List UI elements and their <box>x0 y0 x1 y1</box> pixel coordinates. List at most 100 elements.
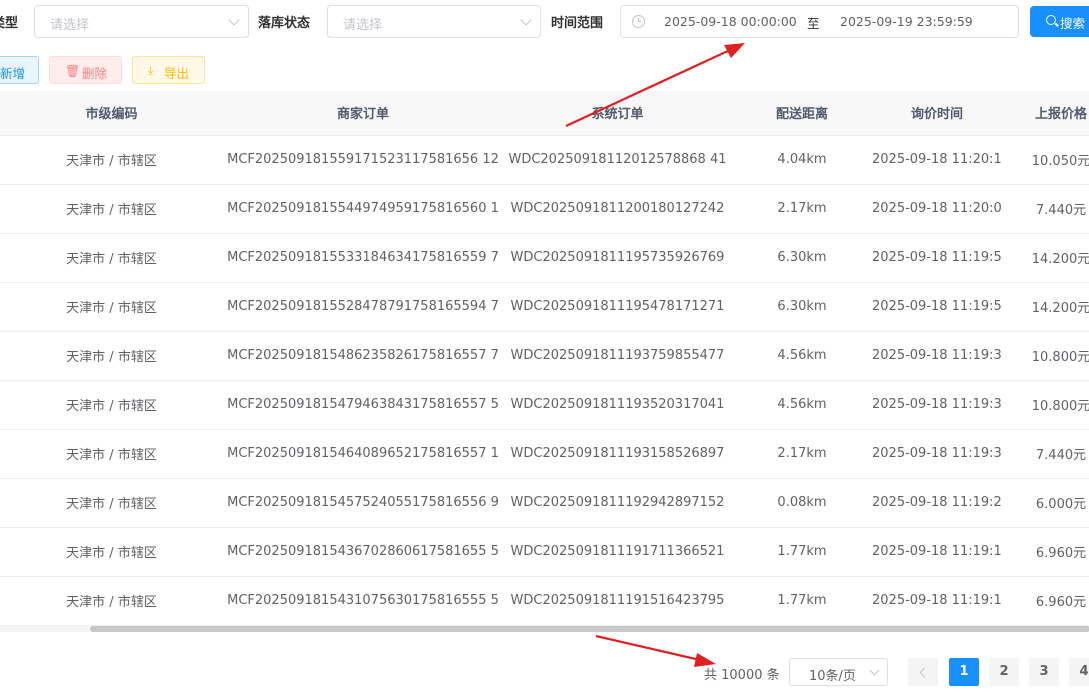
range-end-input[interactable]: 2025-09-19 23:59:59 <box>840 14 973 29</box>
cell-reported-price: 6.960元 <box>1002 527 1089 577</box>
cell-inquiry-time: 2025-09-18 11:19:31 <box>872 429 1002 479</box>
cell-system-order: WDC2025091811192942897152 <box>503 478 732 528</box>
orders-table: 市级编码 商家订单 系统订单 配送距离 询价时间 上报价格 天津市 / 市辖区 M… <box>0 91 1089 626</box>
cell-distance: 2.17km <box>732 184 872 234</box>
cell-city-code: 天津市 / 市辖区 <box>0 576 223 626</box>
cell-reported-price: 14.200元 <box>1002 233 1089 283</box>
cell-merchant-order: MCF2025091815431075630175816555 5 <box>223 576 503 626</box>
page-2[interactable]: 2 <box>989 658 1019 686</box>
table-row[interactable]: 天津市 / 市辖区 MCF2025091815479463843175816557… <box>0 380 1089 430</box>
cell-system-order: WDC20250918112012578868 41 <box>503 135 732 185</box>
chevron-down-icon <box>228 14 240 26</box>
cell-merchant-order: MCF2025091815544974959175816560 1 <box>223 184 503 234</box>
horizontal-scrollbar[interactable] <box>0 626 1089 632</box>
cell-inquiry-time: 2025-09-18 11:19:17 <box>872 527 1002 577</box>
status-label: 落库状态 <box>258 16 311 31</box>
cell-inquiry-time: 2025-09-18 11:20:01 <box>872 184 1002 234</box>
cell-merchant-order: MCF2025091815528478791758165594 7 <box>223 282 503 332</box>
cell-city-code: 天津市 / 市辖区 <box>0 233 223 283</box>
delete-button-label: 删除 <box>82 66 108 81</box>
page-size-value: 10条/页 <box>809 669 856 684</box>
cell-distance: 2.17km <box>732 429 872 479</box>
cell-distance: 1.77km <box>732 527 872 577</box>
range-start-input[interactable]: 2025-09-18 00:00:00 <box>664 14 797 29</box>
table-body: 天津市 / 市辖区 MCF202509181559171523117581656 … <box>0 135 1089 626</box>
chevron-down-icon <box>520 14 532 26</box>
cell-reported-price: 10.050元 <box>1002 135 1089 185</box>
cell-inquiry-time: 2025-09-18 11:19:57 <box>872 233 1002 283</box>
cell-distance: 4.56km <box>732 331 872 381</box>
add-button-label: 新增 <box>0 66 26 81</box>
range-separator: 至 <box>807 16 820 31</box>
cell-merchant-order: MCF2025091815486235826175816557 7 <box>223 331 503 381</box>
table-row[interactable]: 天津市 / 市辖区 MCF2025091815457524055175816556… <box>0 478 1089 528</box>
export-button[interactable]: ⤓ 导出 <box>132 56 205 84</box>
cell-reported-price: 10.800元 <box>1002 331 1089 381</box>
chevron-left-icon <box>919 667 930 678</box>
cell-system-order: WDC2025091811195478171271 <box>503 282 732 332</box>
clock-icon <box>632 15 645 28</box>
cell-inquiry-time: 2025-09-18 11:19:35 <box>872 380 1002 430</box>
col-distance: 配送距离 <box>732 91 872 136</box>
cell-reported-price: 6.960元 <box>1002 576 1089 626</box>
table-row[interactable]: 天津市 / 市辖区 MCF2025091815436702860617581655… <box>0 527 1089 577</box>
chevron-down-icon <box>869 665 880 676</box>
filter-bar: 类型 请选择 落库状态 请选择 时间范围 2025-09-18 00:00:00… <box>0 0 1089 42</box>
cell-merchant-order: MCF2025091815464089652175816557 1 <box>223 429 503 479</box>
cell-system-order: WDC2025091811193158526897 <box>503 429 732 479</box>
page-3[interactable]: 3 <box>1029 658 1059 686</box>
cell-city-code: 天津市 / 市辖区 <box>0 135 223 185</box>
delete-button[interactable]: 🗑 删除 <box>49 56 122 84</box>
type-label: 类型 <box>0 16 19 31</box>
col-city-code: 市级编码 <box>0 91 223 136</box>
type-select-placeholder: 请选择 <box>50 18 90 33</box>
magnifier-icon <box>1046 15 1056 25</box>
cell-system-order: WDC2025091811191516423795 <box>503 576 732 626</box>
table-row[interactable]: 天津市 / 市辖区 MCF2025091815533184634175816559… <box>0 233 1089 283</box>
page-4[interactable]: 4 <box>1069 658 1089 686</box>
table-row[interactable]: 天津市 / 市辖区 MCF2025091815486235826175816557… <box>0 331 1089 381</box>
table-row[interactable]: 天津市 / 市辖区 MCF2025091815464089652175816557… <box>0 429 1089 479</box>
table-row[interactable]: 天津市 / 市辖区 MCF2025091815431075630175816555… <box>0 576 1089 626</box>
cell-inquiry-time: 2025-09-18 11:19:15 <box>872 576 1002 626</box>
cell-reported-price: 6.000元 <box>1002 478 1089 528</box>
cell-reported-price: 14.200元 <box>1002 282 1089 332</box>
cell-system-order: WDC2025091811193759855477 <box>503 331 732 381</box>
trash-icon: 🗑 <box>65 64 81 78</box>
cell-system-order: WDC2025091811200180127242 <box>503 184 732 234</box>
cell-distance: 4.56km <box>732 380 872 430</box>
pagination-total: 共 10000 条 <box>704 668 780 683</box>
table-row[interactable]: 天津市 / 市辖区 MCF202509181559171523117581656 … <box>0 135 1089 185</box>
add-button[interactable]: 新增 <box>0 56 39 84</box>
date-range-picker[interactable]: 2025-09-18 00:00:00 至 2025-09-19 23:59:5… <box>620 5 1019 38</box>
cell-distance: 0.08km <box>732 478 872 528</box>
search-button[interactable]: 搜索 <box>1030 6 1089 37</box>
cell-city-code: 天津市 / 市辖区 <box>0 527 223 577</box>
cell-city-code: 天津市 / 市辖区 <box>0 478 223 528</box>
cell-distance: 6.30km <box>732 282 872 332</box>
col-inquiry-time: 询价时间 <box>872 91 1002 136</box>
col-system-order: 系统订单 <box>503 91 732 136</box>
cell-system-order: WDC2025091811191711366521 <box>503 527 732 577</box>
scrollbar-thumb[interactable] <box>90 626 1089 632</box>
col-reported-price: 上报价格 <box>1002 91 1089 136</box>
status-select[interactable]: 请选择 <box>327 5 541 38</box>
page-size-select[interactable]: 10条/页 <box>789 658 888 686</box>
cell-inquiry-time: 2025-09-18 11:20:12 <box>872 135 1002 185</box>
cell-merchant-order: MCF2025091815457524055175816556 9 <box>223 478 503 528</box>
page-1[interactable]: 1 <box>949 658 979 686</box>
cell-merchant-order: MCF202509181559171523117581656 12 <box>223 135 503 185</box>
table-row[interactable]: 天津市 / 市辖区 MCF2025091815544974959175816560… <box>0 184 1089 234</box>
cell-distance: 6.30km <box>732 233 872 283</box>
status-select-placeholder: 请选择 <box>343 18 383 33</box>
download-icon: ⤓ <box>148 63 154 77</box>
type-select[interactable]: 请选择 <box>34 5 249 38</box>
cell-merchant-order: MCF2025091815479463843175816557 5 <box>223 380 503 430</box>
cell-merchant-order: MCF2025091815533184634175816559 7 <box>223 233 503 283</box>
cell-city-code: 天津市 / 市辖区 <box>0 380 223 430</box>
arrow-to-total-count <box>595 634 716 667</box>
table-row[interactable]: 天津市 / 市辖区 MCF2025091815528478791758165594… <box>0 282 1089 332</box>
cell-distance: 4.04km <box>732 135 872 185</box>
table-header-row: 市级编码 商家订单 系统订单 配送距离 询价时间 上报价格 <box>0 91 1089 136</box>
prev-page-button[interactable] <box>908 658 938 686</box>
